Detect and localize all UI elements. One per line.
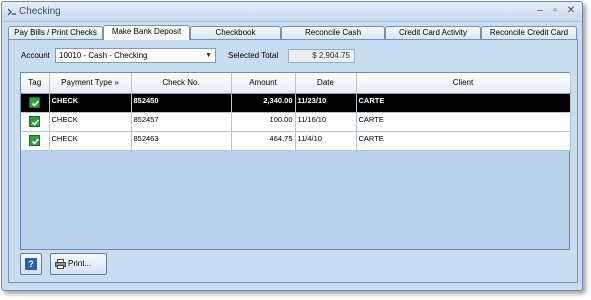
table-row[interactable]: CHECK 852450 2,340.00 11/23/10 CARTE — [21, 93, 571, 113]
checkbox-checked-icon[interactable] — [29, 115, 41, 127]
app-icon — [8, 8, 16, 16]
column-header-amount[interactable]: Amount — [231, 73, 296, 94]
column-header-tag[interactable]: Tag — [21, 73, 50, 94]
tab-label: Make Bank Deposit — [111, 27, 182, 36]
checking-window: Checking – ▫ ✕ Pay Bills / Print Checks … — [1, 1, 583, 291]
amount-cell: 100.00 — [231, 112, 296, 132]
tab-label: Checkbook — [215, 28, 256, 37]
account-value: 10010 - Cash - Checking — [59, 51, 148, 60]
date-cell: 11/23/10 — [295, 93, 357, 113]
tab-credit-card-activity[interactable]: Credit Card Activity — [385, 26, 481, 39]
check-no-cell: 852463 — [131, 131, 232, 151]
tag-cell[interactable] — [21, 93, 50, 113]
column-header-payment-type[interactable]: Payment Type » — [49, 73, 132, 94]
tab-label: Credit Card Activity — [398, 28, 468, 37]
column-header-check-no[interactable]: Check No. — [131, 73, 232, 94]
tab-pay-bills[interactable]: Pay Bills / Print Checks — [8, 26, 103, 39]
tab-label: Reconcile Credit Card — [489, 28, 569, 37]
payment-type-cell: CHECK — [49, 112, 132, 132]
column-header-date[interactable]: Date — [295, 73, 357, 94]
help-button[interactable]: ? — [20, 253, 42, 275]
tag-cell[interactable] — [21, 131, 50, 151]
tab-label: Pay Bills / Print Checks — [14, 28, 97, 37]
client-cell: CARTE — [356, 131, 571, 151]
minimize-icon[interactable]: – — [534, 5, 546, 17]
table-row[interactable]: CHECK 852463 464.75 11/4/10 CARTE — [21, 131, 571, 151]
deposit-panel: Account 10010 - Cash - Checking ▼ Select… — [8, 39, 578, 283]
date-cell: 11/4/10 — [295, 131, 357, 151]
grid-header-row: Tag Payment Type » Check No. Amount Date… — [21, 73, 571, 94]
tab-checkbook[interactable]: Checkbook — [190, 26, 281, 39]
tag-cell[interactable] — [21, 112, 50, 132]
client-cell: CARTE — [356, 93, 571, 113]
title-bar[interactable]: Checking – ▫ ✕ — [2, 2, 582, 22]
amount-cell: 464.75 — [231, 131, 296, 151]
print-button[interactable]: Print... — [50, 253, 107, 275]
help-icon: ? — [25, 258, 37, 270]
client-cell: CARTE — [356, 112, 571, 132]
window-title: Checking — [19, 6, 61, 17]
tab-reconcile-credit-card[interactable]: Reconcile Credit Card — [481, 26, 577, 39]
selected-total-label: Selected Total — [228, 51, 279, 60]
column-header-client[interactable]: Client — [356, 73, 571, 94]
check-no-cell: 852450 — [131, 93, 232, 113]
check-no-cell: 852457 — [131, 112, 232, 132]
printer-icon — [55, 259, 66, 269]
payment-type-cell: CHECK — [49, 131, 132, 151]
checkbox-checked-icon[interactable] — [29, 134, 41, 146]
chevron-down-icon[interactable]: ▼ — [205, 49, 212, 62]
deposit-grid: Tag Payment Type » Check No. Amount Date… — [20, 72, 571, 250]
tab-label: Reconcile Cash — [304, 28, 362, 37]
close-icon[interactable]: ✕ — [565, 5, 577, 17]
account-dropdown[interactable]: 10010 - Cash - Checking ▼ — [55, 48, 216, 63]
table-row[interactable]: CHECK 852457 100.00 11/16/10 CARTE — [21, 112, 571, 132]
tab-reconcile-cash[interactable]: Reconcile Cash — [281, 26, 385, 39]
tab-make-bank-deposit[interactable]: Make Bank Deposit — [103, 25, 190, 40]
checkbox-checked-icon[interactable] — [29, 96, 41, 108]
payment-type-cell: CHECK — [49, 93, 132, 113]
maximize-icon[interactable]: ▫ — [549, 5, 561, 17]
date-cell: 11/16/10 — [295, 112, 357, 132]
selected-total-value: $ 2,904.75 — [288, 49, 355, 63]
print-label: Print... — [68, 259, 92, 268]
account-label: Account — [21, 51, 50, 60]
tab-strip: Pay Bills / Print Checks Make Bank Depos… — [8, 25, 582, 40]
amount-cell: 2,340.00 — [231, 93, 296, 113]
